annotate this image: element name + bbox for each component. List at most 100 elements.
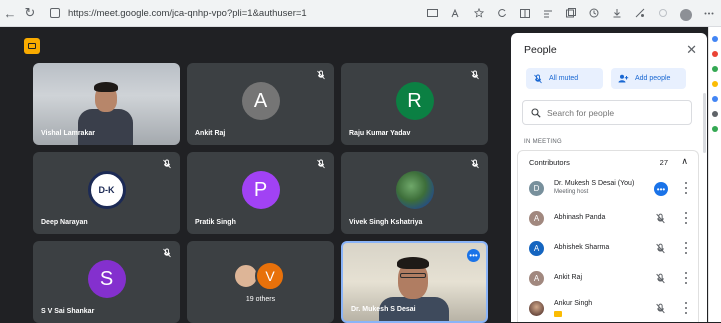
participant-more-button[interactable] — [683, 212, 689, 224]
group-count: 27 — [659, 158, 668, 167]
extension-icon[interactable] — [629, 4, 650, 22]
download-icon[interactable] — [606, 4, 627, 22]
participant-role: Meeting host — [554, 189, 589, 195]
tile-name: Ankit Raj — [195, 130, 226, 137]
participant-name: Ankur Singh — [554, 300, 593, 307]
mic-off-icon — [534, 74, 542, 83]
participant-tile-mukesh[interactable]: ••• Dr. Mukesh S Desai — [341, 241, 488, 323]
participant-avatar: A — [529, 271, 544, 286]
participant-avatar: A — [241, 82, 280, 120]
panel-scrollbar[interactable] — [703, 93, 706, 153]
others-count-label: 19 others — [245, 296, 276, 303]
lock-icon — [50, 8, 60, 18]
collections-icon[interactable] — [560, 4, 581, 22]
participant-more-button[interactable] — [683, 242, 689, 254]
reload-icon: ↻ — [24, 5, 36, 20]
read-aloud-icon[interactable] — [445, 4, 466, 22]
search-icon — [531, 107, 541, 118]
browser-toolbar: ← ↻ https://meet.google.com/jca-qnhp-vpo… — [0, 0, 721, 27]
back-button[interactable]: ← — [0, 3, 20, 23]
browser-menu-icon[interactable] — [698, 4, 719, 22]
mute-all-button[interactable]: All muted — [526, 68, 603, 89]
group-title: Contributors — [529, 158, 570, 167]
add-people-label: Add people — [635, 75, 671, 82]
participant-avatar: D — [529, 181, 544, 196]
mic-off-icon[interactable] — [655, 213, 666, 224]
mic-off-icon — [471, 159, 479, 169]
participant-tile-others[interactable]: V 19 others — [187, 241, 334, 323]
participant-row[interactable]: D Dr. Mukesh S Desai (You) Meeting host … — [518, 174, 698, 204]
participant-tile-vivek[interactable]: Vivek Singh Kshatriya — [341, 152, 488, 234]
tile-name: S V Sai Shankar — [41, 308, 95, 315]
tile-name: Vivek Singh Kshatriya — [349, 219, 423, 226]
mic-off-icon[interactable] — [655, 303, 666, 314]
address-url: https://meet.google.com/jca-qnhp-vpo?pli… — [68, 7, 307, 19]
side-app-icon[interactable] — [712, 96, 718, 102]
side-app-icon[interactable] — [712, 81, 718, 87]
contributors-group: Contributors 27 ∧ D Dr. Mukesh S Desai (… — [517, 150, 699, 322]
mic-off-icon — [163, 248, 171, 258]
participant-tile-deep[interactable]: D-K Deep Narayan — [33, 152, 180, 234]
browser-icon-tray — [422, 4, 719, 22]
back-arrow-icon: ← — [3, 5, 17, 21]
chevron-up-icon: ∧ — [681, 156, 688, 166]
people-search[interactable] — [522, 100, 692, 125]
participant-tile-raju[interactable]: R Raju Kumar Yadav — [341, 63, 488, 145]
side-app-icon[interactable] — [712, 126, 718, 132]
panel-title: People — [524, 44, 557, 56]
tile-name: Raju Kumar Yadav — [349, 130, 411, 137]
split-screen-icon[interactable] — [514, 4, 535, 22]
participant-tile-sai[interactable]: S S V Sai Shankar — [33, 241, 180, 323]
favorite-star-icon[interactable] — [468, 4, 489, 22]
participant-tile-pratik[interactable]: P Pratik Singh — [187, 152, 334, 234]
participant-photo-avatar — [529, 301, 544, 316]
contributors-header[interactable]: Contributors 27 ∧ — [518, 151, 698, 173]
mic-off-icon — [317, 70, 325, 80]
mic-off-icon[interactable] — [655, 273, 666, 284]
side-app-icon[interactable] — [712, 51, 718, 57]
participant-row[interactable]: A Abhishek Sharma — [518, 234, 698, 264]
participant-more-button[interactable] — [683, 182, 689, 194]
participant-row[interactable]: A Ankit Raj — [518, 264, 698, 294]
participant-tile-ankit[interactable]: A Ankit Raj — [187, 63, 334, 145]
settings-icon[interactable] — [652, 4, 673, 22]
meeting-info-icon[interactable] — [24, 38, 40, 54]
search-input[interactable] — [547, 107, 677, 118]
speaking-indicator-icon: ••• — [654, 182, 668, 196]
address-bar[interactable]: https://meet.google.com/jca-qnhp-vpo?pli… — [46, 3, 376, 23]
close-icon: ✕ — [686, 42, 697, 57]
more-options-icon[interactable]: ••• — [467, 249, 480, 262]
participant-logo: D-K — [87, 171, 126, 209]
favorites-icon[interactable] — [537, 4, 558, 22]
participant-avatar: A — [529, 211, 544, 226]
refresh-icon[interactable] — [491, 4, 512, 22]
mic-off-icon — [471, 70, 479, 80]
participant-name: Ankit Raj — [554, 274, 583, 281]
participant-tile-vishal[interactable]: Vishal Lamrakar — [33, 63, 180, 145]
tile-name: Vishal Lamrakar — [41, 130, 95, 137]
tile-name: Deep Narayan — [41, 219, 88, 226]
profile-icon[interactable] — [675, 4, 696, 22]
participant-more-button[interactable] — [683, 272, 689, 284]
reload-button[interactable]: ↻ — [20, 3, 40, 23]
mic-off-icon — [163, 159, 171, 169]
participant-avatar: A — [529, 241, 544, 256]
add-person-icon — [618, 74, 629, 83]
participant-row[interactable]: A Abhinash Panda — [518, 204, 698, 234]
side-app-icon[interactable] — [712, 66, 718, 72]
participant-row[interactable]: Ankur Singh — [518, 294, 698, 322]
add-people-button[interactable]: Add people — [611, 68, 686, 89]
side-strip — [708, 27, 721, 322]
side-app-icon[interactable] — [712, 111, 718, 117]
tile-name: Pratik Singh — [195, 219, 236, 226]
history-icon[interactable] — [583, 4, 604, 22]
close-panel-button[interactable]: ✕ — [686, 42, 697, 58]
people-panel: People ✕ All muted Add people IN MEETING… — [511, 33, 707, 322]
side-app-icon[interactable] — [712, 36, 718, 42]
participant-avatar: S — [87, 260, 126, 298]
others-letter-avatar: V — [255, 261, 285, 291]
participant-more-button[interactable] — [683, 302, 689, 314]
mic-off-icon[interactable] — [655, 243, 666, 254]
screen-share-icon[interactable] — [422, 4, 443, 22]
presenter-badge-icon — [554, 311, 562, 317]
